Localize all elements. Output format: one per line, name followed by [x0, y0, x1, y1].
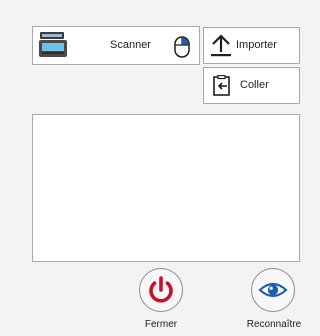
paste-icon: [213, 75, 230, 96]
upload-icon: [211, 34, 231, 57]
importer-button[interactable]: Importer: [203, 27, 300, 64]
power-icon: [149, 276, 173, 303]
scanner-icon: [39, 32, 67, 57]
coller-button[interactable]: Coller: [203, 67, 300, 104]
fermer-button[interactable]: [139, 268, 183, 312]
coller-label: Coller: [240, 79, 269, 91]
reconnaitre-button[interactable]: [251, 268, 295, 312]
scanner-button[interactable]: Scanner: [32, 26, 200, 65]
scan-preview-area: [32, 114, 300, 262]
importer-label: Importer: [236, 39, 277, 51]
fermer-label: Fermer: [144, 319, 178, 330]
eye-icon: [258, 282, 288, 298]
scanner-label: Scanner: [110, 39, 151, 51]
mouse-icon: [174, 36, 190, 58]
scan-dialog: { "toolbar": { "scanner_label": "Scanner…: [0, 0, 316, 336]
reconnaitre-label: Reconnaître: [246, 319, 302, 330]
